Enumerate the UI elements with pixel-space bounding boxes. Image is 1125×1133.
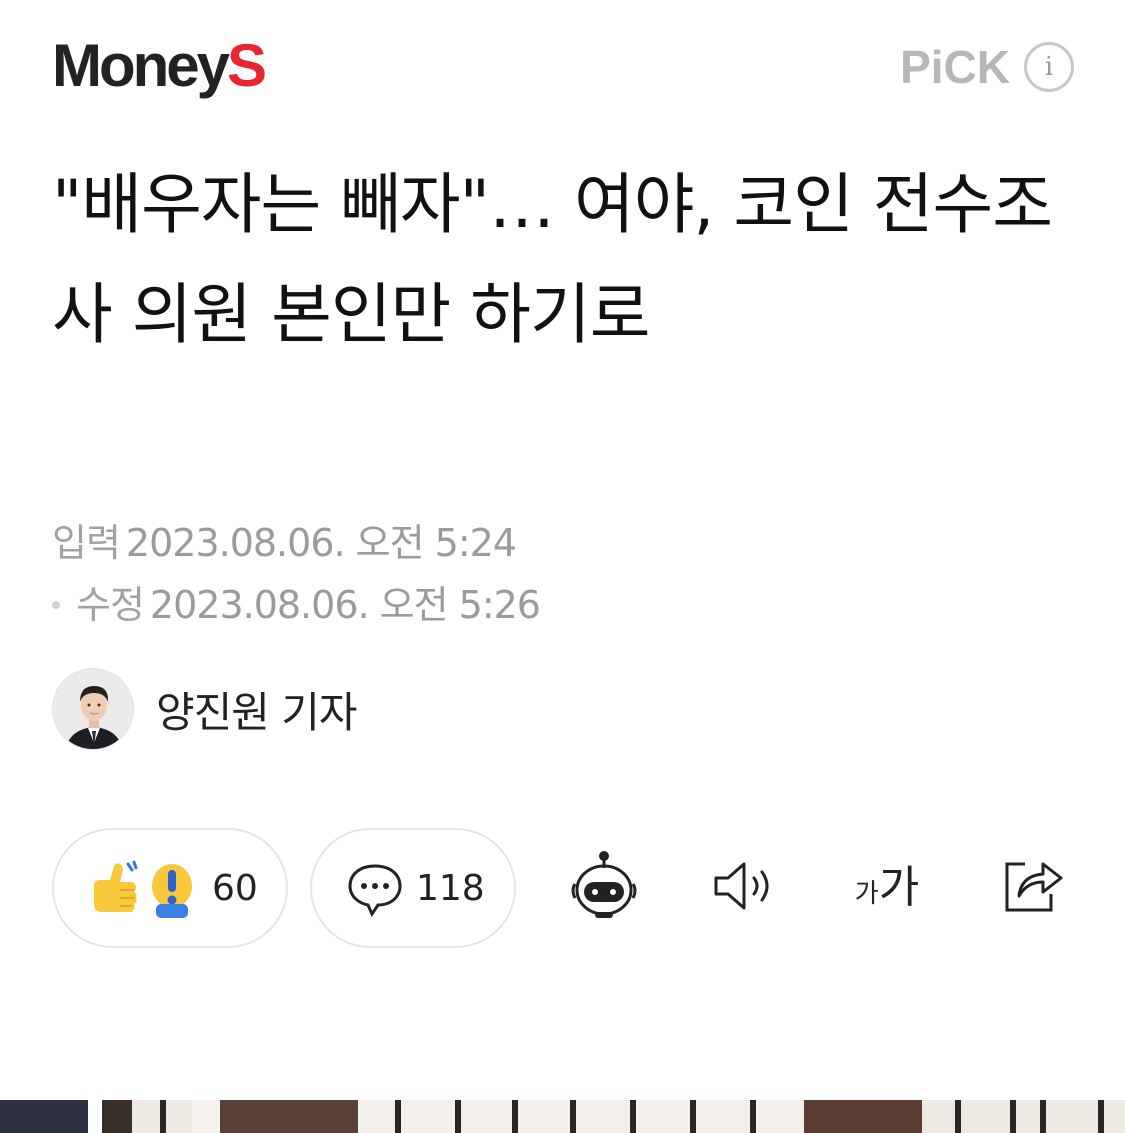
speaker-icon: [710, 860, 778, 916]
moneys-logo[interactable]: MoneyS: [52, 30, 267, 102]
reaction-button[interactable]: 60: [52, 828, 288, 948]
input-date: 2023.08.06. 오전 5:24: [125, 521, 517, 565]
input-date-row: 입력 2023.08.06. 오전 5:24: [52, 512, 540, 574]
info-icon[interactable]: i: [1024, 42, 1074, 92]
share-button[interactable]: [996, 850, 1068, 926]
summary-bot-button[interactable]: [564, 850, 644, 926]
header: MoneyS PiCK i: [52, 30, 1074, 102]
exclamation-icon: [150, 860, 194, 926]
comments-button[interactable]: 118: [310, 828, 516, 948]
comment-icon: [346, 862, 404, 922]
logo-accent: S: [227, 32, 267, 99]
logo-main: Money: [52, 32, 230, 99]
share-icon: [999, 856, 1065, 920]
font-size-button[interactable]: 가가: [847, 850, 927, 926]
action-bar: 60 118 가가: [52, 828, 1082, 950]
article-headline: "배우자는 빼자"… 여야, 코인 전수조사 의원 본인만 하기로: [52, 166, 1053, 353]
font-size-small-label: 가: [854, 879, 879, 909]
modified-date: 2023.08.06. 오전 5:26: [149, 583, 541, 627]
reporter-name[interactable]: 양진원 기자: [156, 679, 358, 740]
text-to-speech-button[interactable]: [708, 850, 780, 926]
reporter-avatar[interactable]: [52, 668, 134, 750]
article-dates: 입력 2023.08.06. 오전 5:24 수정 2023.08.06. 오전…: [52, 512, 541, 636]
font-size-large-label: 가: [878, 862, 920, 913]
modified-date-row: 수정 2023.08.06. 오전 5:26: [52, 574, 541, 636]
pick-badge: PiCK i: [900, 40, 1074, 94]
modified-label: 수정: [76, 583, 145, 627]
comments-count: 118: [416, 867, 485, 909]
reactions-count: 60: [212, 867, 258, 909]
robot-icon: [567, 850, 641, 926]
reporter[interactable]: 양진원 기자: [52, 668, 358, 750]
thumbs-up-icon: [90, 860, 142, 926]
input-label: 입력: [52, 521, 121, 565]
article-photo: [0, 1100, 1125, 1133]
font-size-icon: 가가: [855, 866, 919, 910]
pick-label: PiCK: [900, 41, 1010, 93]
bullet-dot: [52, 601, 60, 609]
